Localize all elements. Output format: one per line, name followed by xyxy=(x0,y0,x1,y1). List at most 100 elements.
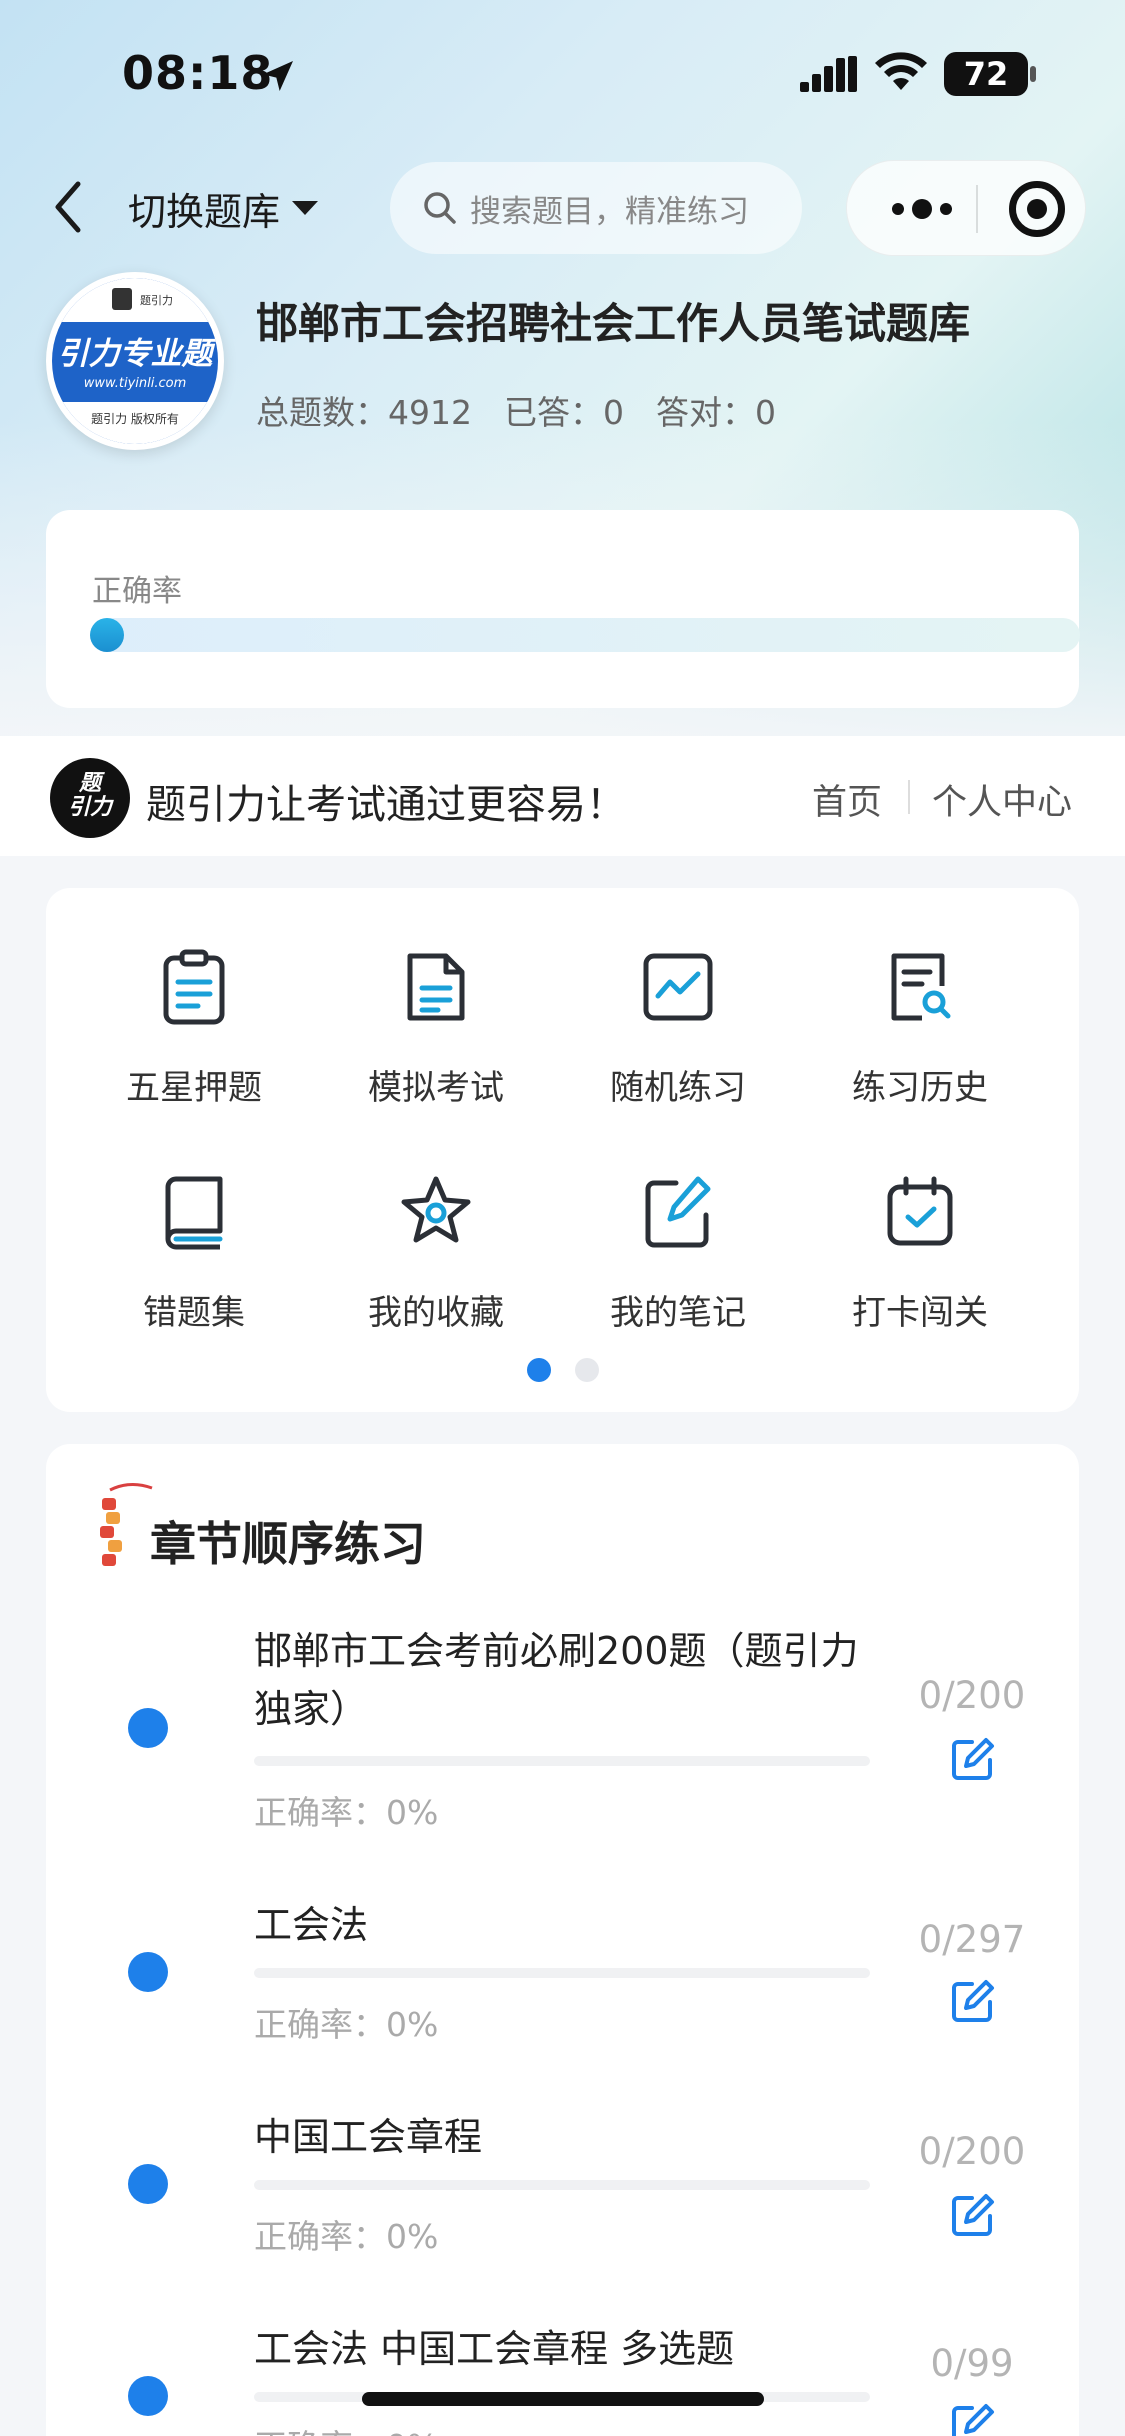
chapter-accuracy: 正确率：0% xyxy=(254,2217,439,2256)
chapter-progress-track xyxy=(254,1968,870,1978)
user-center-link[interactable]: 个人中心 xyxy=(932,774,1072,825)
chapter-heading: 章节顺序练习 xyxy=(150,1517,426,1571)
edit-icon[interactable] xyxy=(950,2192,996,2238)
battery-indicator: 72 xyxy=(944,52,1028,96)
accuracy-progress-track xyxy=(90,618,1080,652)
book-icon xyxy=(165,1176,223,1250)
feature-five-star[interactable]: 五星押题 xyxy=(74,948,314,1148)
cellular-signal-icon xyxy=(800,56,857,92)
feature-label: 练习历史 xyxy=(852,1068,988,1108)
brand-logo-text: 题 引力 xyxy=(50,772,130,820)
chapter-count: 0/297 xyxy=(918,1918,1026,1961)
feature-check-in[interactable]: 打卡闯关 xyxy=(800,1173,1040,1373)
search-input[interactable]: 搜索题目，精准练习 xyxy=(390,162,802,254)
chapter-status-dot xyxy=(128,2164,168,2204)
chapter-count: 0/200 xyxy=(918,2130,1026,2173)
bank-logo: 题引力 引力专业题 www.tiyinli.com 题引力 版权所有 xyxy=(46,272,224,450)
logo-bottom-text: 题引力 版权所有 xyxy=(91,412,179,426)
edit-icon[interactable] xyxy=(950,1978,996,2024)
logo-bottom-band: 题引力 版权所有 xyxy=(52,402,218,444)
mini-program-capsule xyxy=(846,160,1086,256)
chapter-title: 中国工会章程 xyxy=(254,2115,483,2159)
feature-wrong-set[interactable]: 错题集 xyxy=(74,1173,314,1373)
brand-logo-icon: 题 引力 xyxy=(50,758,130,838)
more-menu-button[interactable] xyxy=(877,161,967,257)
status-bar: 08:18 72 xyxy=(0,0,1125,150)
bank-stats: 总题数：4912 已答：0 答对：0 xyxy=(256,386,776,434)
document-icon xyxy=(407,953,465,1021)
feature-label: 五星押题 xyxy=(126,1068,262,1108)
home-link[interactable]: 首页 xyxy=(812,774,882,825)
feature-label: 随机练习 xyxy=(610,1068,746,1108)
feature-favorites[interactable]: 我的收藏 xyxy=(316,1173,556,1373)
capsule-divider xyxy=(976,185,978,233)
accuracy-card: 正确率 xyxy=(46,510,1080,708)
caret-down-icon xyxy=(292,201,319,215)
chapter-accuracy: 正确率：0% xyxy=(254,2420,438,2436)
feature-grid: 五星押题 模拟考试 随机练习 练习历史 错题集 我的收藏 我的笔记 打卡闯关 xyxy=(46,888,1079,1412)
logo-top-band: 题引力 xyxy=(52,278,218,322)
status-time: 08:18 xyxy=(122,46,274,100)
brand-logo-text-1: 题 xyxy=(78,771,101,796)
logo-url: www.tiyinli.com xyxy=(83,376,187,391)
feature-label: 错题集 xyxy=(143,1293,245,1333)
feature-pager xyxy=(46,1358,1079,1382)
chapter-accuracy: 正确率：0% xyxy=(254,2005,439,2044)
edit-icon[interactable] xyxy=(950,2402,996,2436)
logo-top-text: 题引力 xyxy=(140,294,173,307)
pager-dot-active[interactable] xyxy=(526,1358,551,1382)
calendar-check-icon xyxy=(887,1176,953,1246)
total-count: 总题数：4912 xyxy=(256,393,472,432)
logo-badge: 题引力 引力专业题 www.tiyinli.com 题引力 版权所有 xyxy=(52,278,218,444)
feature-notes[interactable]: 我的笔记 xyxy=(558,1173,798,1373)
battery-level: 72 xyxy=(963,55,1009,93)
feature-label: 模拟考试 xyxy=(368,1068,504,1108)
close-mini-program-button[interactable] xyxy=(1009,181,1065,237)
feature-random-practice[interactable]: 随机练习 xyxy=(558,948,798,1148)
chapter-title: 邯郸市工会考前必刷200题（题引力独家） xyxy=(254,1629,859,1731)
correct-count: 答对：0 xyxy=(655,393,776,432)
edit-icon[interactable] xyxy=(950,1736,996,1782)
chapter-title: 工会法 中国工会章程 多选题 xyxy=(254,2327,735,2371)
battery-cap xyxy=(1030,66,1036,82)
logo-main-text: 引力专业题 xyxy=(57,336,213,372)
chapter-status-dot xyxy=(128,2376,168,2416)
chapter-status-dot xyxy=(128,1708,168,1748)
banner-divider xyxy=(908,780,910,814)
accuracy-label: 正确率 xyxy=(92,574,182,609)
brand-logo-text-2: 引力 xyxy=(67,795,112,820)
switch-bank-button[interactable]: 切换题库 xyxy=(128,180,319,236)
chapter-progress-track xyxy=(254,1756,870,1766)
back-button[interactable] xyxy=(44,174,94,240)
more-dot-icon xyxy=(892,203,904,215)
more-dot-icon xyxy=(912,199,932,219)
search-placeholder: 搜索题目，精准练习 xyxy=(470,193,749,230)
accuracy-progress-fill xyxy=(90,618,124,652)
edit-note-icon xyxy=(645,1176,711,1248)
clipboard-list-icon xyxy=(163,949,225,1025)
chapter-status-dot xyxy=(128,1952,168,1992)
feature-history[interactable]: 练习历史 xyxy=(800,948,1040,1148)
chapter-count: 0/99 xyxy=(930,2342,1014,2385)
feature-mock-exam[interactable]: 模拟考试 xyxy=(316,948,556,1148)
trend-chart-icon xyxy=(643,953,713,1021)
switch-bank-label: 切换题库 xyxy=(128,189,281,234)
banner-slogan: 题引力让考试通过更容易！ xyxy=(146,782,626,828)
promo-banner: 题 引力 题引力让考试通过更容易！ 首页 个人中心 xyxy=(0,736,1125,856)
document-search-icon xyxy=(891,953,951,1021)
pager-dot[interactable] xyxy=(574,1358,599,1382)
logo-mark-icon xyxy=(112,288,132,310)
location-arrow-icon xyxy=(263,61,293,91)
more-dot-icon xyxy=(940,203,952,215)
chapter-count: 0/200 xyxy=(918,1674,1026,1717)
search-icon xyxy=(424,192,456,224)
chapter-title: 工会法 xyxy=(254,1903,369,1947)
chapter-progress-track xyxy=(254,2180,870,2190)
feature-label: 我的收藏 xyxy=(368,1293,504,1333)
home-indicator[interactable] xyxy=(362,2392,764,2406)
answered-count: 已答：0 xyxy=(503,393,624,432)
bank-title: 邯郸市工会招聘社会工作人员笔试题库 xyxy=(256,299,971,348)
star-icon xyxy=(401,1176,471,1243)
chapter-accuracy: 正确率：0% xyxy=(254,1793,439,1832)
wifi-icon xyxy=(875,52,927,90)
